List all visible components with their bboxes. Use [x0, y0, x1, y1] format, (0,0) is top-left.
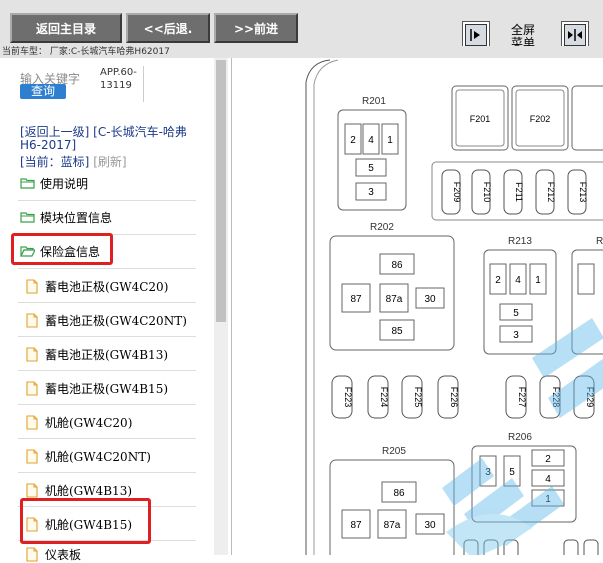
svg-text:R205: R205 [382, 446, 406, 457]
sidebar-scrollbar[interactable] [214, 58, 228, 555]
svg-text:F224: F224 [379, 387, 389, 408]
svg-text:87a: 87a [386, 294, 403, 305]
svg-text:R: R [596, 236, 603, 247]
file-item[interactable]: 机舱(GW4B13) [26, 481, 132, 499]
code-display: APP.60- 13119 [100, 66, 144, 102]
folder-icon [20, 212, 35, 223]
svg-text:F227: F227 [517, 387, 527, 408]
divider [18, 336, 196, 337]
svg-text:F210: F210 [482, 182, 492, 203]
svg-text:87: 87 [350, 520, 362, 531]
document-icon [26, 346, 38, 362]
document-icon [26, 546, 38, 562]
svg-text:86: 86 [391, 260, 403, 271]
file-item[interactable]: 机舱(GW4C20NT) [26, 447, 151, 465]
svg-text:F211: F211 [514, 182, 524, 202]
file-item[interactable]: 蓄电池正极(GW4C20) [26, 277, 168, 295]
folder-item-usage[interactable]: 使用说明 [20, 174, 88, 192]
document-icon [26, 482, 38, 498]
relay-label: R201 [362, 96, 386, 107]
folder-item-module-location[interactable]: 模块位置信息 [20, 208, 112, 226]
current-label: [当前：蓝标] [20, 155, 90, 169]
fullscreen-button[interactable] [561, 21, 589, 49]
divider [18, 268, 196, 269]
svg-text:F201: F201 [470, 114, 491, 124]
file-item[interactable]: 机舱(GW4C20) [26, 413, 132, 431]
back-to-parent-link[interactable]: [返回上一级] [C-长城汽车-哈弗 H6-2017] [20, 126, 212, 152]
svg-text:5: 5 [509, 467, 515, 478]
svg-text:86: 86 [393, 488, 405, 499]
divider [18, 370, 196, 371]
main-menu-button[interactable]: 返回主目录 [10, 13, 122, 43]
svg-text:3: 3 [513, 330, 519, 341]
file-item[interactable]: 仪表板 [26, 545, 81, 563]
svg-text:3: 3 [368, 187, 374, 198]
svg-text:4: 4 [368, 135, 374, 146]
divider [18, 472, 196, 473]
file-item[interactable]: 蓄电池正极(GW4C20NT) [26, 311, 187, 329]
document-icon [26, 278, 38, 294]
divider [18, 438, 196, 439]
svg-text:2: 2 [545, 454, 551, 465]
collapse-sidebar-button[interactable] [462, 21, 490, 49]
fuse-box-drawing: R201 2 4 1 5 3 F201 F202 F209 F210 F211 [305, 59, 603, 555]
highlight-box [20, 498, 151, 544]
collapse-arrow-icon [465, 24, 487, 46]
svg-text:R206: R206 [508, 432, 532, 443]
svg-text:F213: F213 [578, 182, 588, 203]
svg-text:R213: R213 [508, 236, 532, 247]
svg-text:5: 5 [513, 308, 519, 319]
svg-text:F202: F202 [530, 114, 551, 124]
svg-text:5: 5 [368, 163, 374, 174]
divider [18, 200, 196, 201]
svg-text:2: 2 [495, 275, 501, 286]
search-button[interactable]: 查询 [20, 84, 66, 99]
scrollbar-thumb[interactable] [216, 60, 226, 322]
svg-text:F225: F225 [413, 387, 423, 408]
svg-text:85: 85 [391, 326, 403, 337]
svg-text:4: 4 [515, 275, 521, 286]
fuse-box-diagram[interactable]: R201 2 4 1 5 3 F201 F202 F209 F210 F211 [232, 58, 603, 555]
toolbar: 返回主目录 <<后退. >>前进 全屏 菜单 [0, 0, 603, 50]
svg-text:4: 4 [545, 474, 551, 485]
svg-text:F209: F209 [452, 182, 462, 203]
car-model-line: 当前车型： 厂家:C-长城汽车哈弗H62017 [0, 46, 603, 58]
document-icon [26, 448, 38, 464]
svg-text:1: 1 [387, 135, 393, 146]
file-item[interactable]: 蓄电池正极(GW4B15) [26, 379, 168, 397]
current-location: [当前：蓝标] [刷新] [20, 153, 127, 170]
svg-text:F223: F223 [343, 387, 353, 408]
svg-text:30: 30 [424, 294, 436, 305]
folder-icon [20, 178, 35, 189]
svg-text:87a: 87a [384, 520, 401, 531]
svg-text:F212: F212 [546, 182, 556, 203]
document-icon [26, 312, 38, 328]
document-icon [26, 414, 38, 430]
forward-button[interactable]: >>前进 [214, 13, 298, 43]
document-icon [26, 380, 38, 396]
svg-text:F226: F226 [449, 387, 459, 408]
refresh-link[interactable]: [刷新] [93, 155, 126, 169]
svg-text:87: 87 [350, 294, 362, 305]
svg-text:2: 2 [350, 135, 356, 146]
back-button[interactable]: <<后退. [126, 13, 210, 43]
svg-text:1: 1 [535, 275, 541, 286]
svg-text:30: 30 [424, 520, 436, 531]
expand-arrows-icon [564, 24, 586, 46]
divider [18, 404, 196, 405]
divider [18, 302, 196, 303]
highlight-box [11, 233, 113, 265]
file-item[interactable]: 蓄电池正极(GW4B13) [26, 345, 168, 363]
svg-text:R202: R202 [370, 222, 394, 233]
